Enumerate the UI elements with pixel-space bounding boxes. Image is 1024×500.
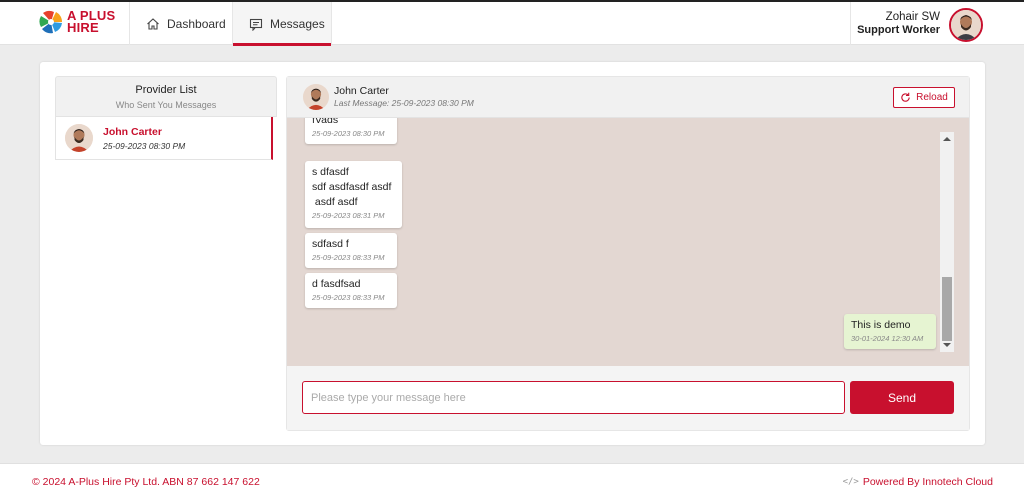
tab-dashboard-label: Dashboard bbox=[167, 16, 226, 31]
thread-scrollbar[interactable] bbox=[940, 132, 954, 352]
provider-list-header: Provider List Who Sent You Messages bbox=[55, 76, 277, 117]
code-icon: </> bbox=[842, 477, 859, 487]
message-text: sdfasd f bbox=[312, 238, 349, 250]
user-name: Zohair SW bbox=[885, 11, 940, 23]
divider bbox=[129, 2, 130, 45]
tab-messages[interactable]: Messages bbox=[232, 2, 332, 46]
message-input[interactable] bbox=[302, 381, 845, 414]
send-button[interactable]: Send bbox=[850, 381, 954, 414]
message-text: d fasdfsad bbox=[312, 278, 361, 290]
provider-timestamp: 25-09-2023 08:30 PM bbox=[103, 140, 186, 151]
message-time: 25-09-2023 08:33 PM bbox=[312, 253, 385, 262]
scroll-down-arrow-icon[interactable] bbox=[943, 343, 951, 347]
message-bubble: sdfasd f 25-09-2023 08:33 PM bbox=[305, 233, 397, 268]
powered-by-label: Powered By Innotech Cloud bbox=[862, 476, 993, 488]
chat-header: John Carter Last Message: 25-09-2023 08:… bbox=[287, 77, 969, 118]
message-time: 25-09-2023 08:30 PM bbox=[312, 129, 385, 138]
message-bubble: fVads 25-09-2023 08:30 PM bbox=[305, 118, 397, 144]
contact-avatar bbox=[303, 84, 329, 110]
footer-copyright: © 2024 A-Plus Hire Pty Ltd. ABN 87 662 1… bbox=[32, 476, 260, 488]
top-navbar: A PLUS HIRE Dashboard Messages Zohair SW… bbox=[0, 0, 1024, 46]
logo-mark-icon bbox=[39, 10, 63, 34]
message-thread[interactable]: fVads 25-09-2023 08:30 PM s dfasdf sdf a… bbox=[287, 118, 969, 366]
brand-logo[interactable]: A PLUS HIRE bbox=[38, 9, 115, 35]
divider bbox=[850, 2, 851, 45]
tab-messages-label: Messages bbox=[270, 16, 325, 31]
avatar-image bbox=[951, 10, 981, 40]
provider-list-subtitle: Who Sent You Messages bbox=[115, 100, 217, 110]
provider-list-title: Provider List bbox=[135, 84, 197, 96]
reload-icon bbox=[901, 92, 910, 102]
message-text: fVads bbox=[312, 118, 339, 126]
message-time: 25-09-2023 08:33 PM bbox=[312, 293, 385, 302]
provider-list: Provider List Who Sent You Messages John… bbox=[55, 76, 277, 160]
scroll-thumb[interactable] bbox=[942, 277, 952, 341]
provider-avatar bbox=[65, 124, 93, 152]
avatar-image bbox=[65, 124, 93, 152]
message-composer: Send bbox=[287, 366, 969, 430]
message-icon bbox=[249, 18, 263, 31]
message-text: s dfasdf sdf asdfasdf asdf asdf asdf bbox=[312, 166, 392, 208]
reload-button[interactable]: Reload bbox=[893, 87, 955, 108]
avatar-image bbox=[303, 84, 329, 110]
tab-dashboard[interactable]: Dashboard bbox=[146, 2, 226, 45]
message-time: 25-09-2023 08:31 PM bbox=[312, 211, 385, 220]
chat-last-message: Last Message: 25-09-2023 08:30 PM bbox=[334, 98, 474, 108]
message-bubble: d fasdfsad 25-09-2023 08:33 PM bbox=[305, 273, 397, 308]
messages-card: Provider List Who Sent You Messages John… bbox=[40, 62, 985, 445]
provider-name: John Carter bbox=[103, 125, 162, 138]
message-bubble: s dfasdf sdf asdfasdf asdf asdf asdf 25-… bbox=[305, 161, 402, 228]
chat-contact-name: John Carter bbox=[334, 85, 389, 97]
scroll-up-arrow-icon[interactable] bbox=[943, 137, 951, 141]
reload-label: Reload bbox=[916, 92, 948, 103]
footer: © 2024 A-Plus Hire Pty Ltd. ABN 87 662 1… bbox=[0, 463, 1024, 500]
chat-panel: John Carter Last Message: 25-09-2023 08:… bbox=[286, 76, 970, 431]
message-text: This is demo bbox=[851, 319, 911, 331]
message-time: 30-01-2024 12:30 AM bbox=[851, 334, 924, 343]
user-role: Support Worker bbox=[857, 24, 940, 36]
user-avatar[interactable] bbox=[949, 8, 983, 42]
footer-powered-by[interactable]: </> Powered By Innotech Cloud bbox=[843, 476, 993, 488]
own-message-bubble: This is demo 30-01-2024 12:30 AM bbox=[844, 314, 936, 349]
logo-text-line2: HIRE bbox=[67, 20, 99, 35]
user-info[interactable]: Zohair SW Support Worker bbox=[857, 11, 940, 36]
provider-list-item[interactable]: John Carter 25-09-2023 08:30 PM bbox=[55, 117, 273, 160]
home-icon bbox=[147, 17, 159, 30]
